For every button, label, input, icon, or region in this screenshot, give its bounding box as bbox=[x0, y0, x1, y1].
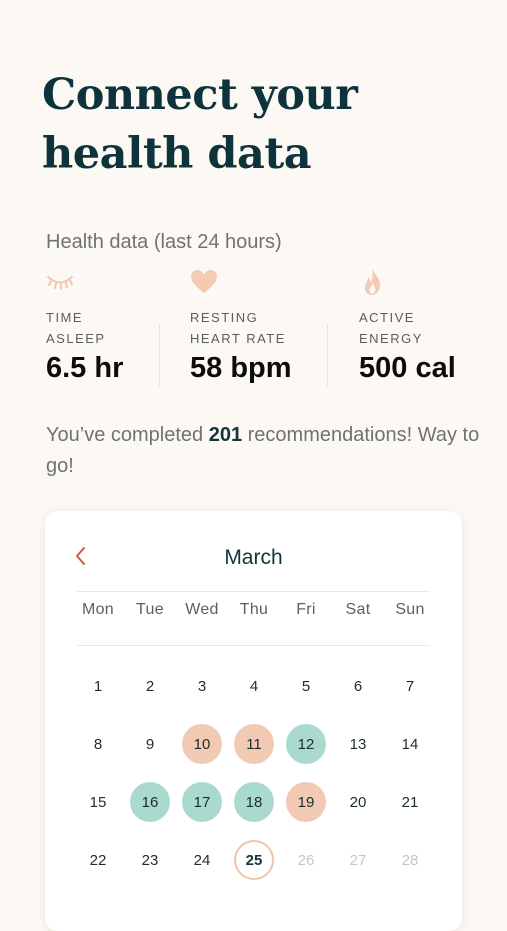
calendar-day[interactable]: 13 bbox=[332, 715, 384, 773]
metric-label: RESTING HEART RATE bbox=[190, 310, 286, 346]
calendar-day[interactable]: 17 bbox=[176, 773, 228, 831]
metric-divider bbox=[159, 324, 160, 386]
metric-resting-heart-rate: RESTING HEART RATE 58 bpm bbox=[190, 266, 330, 390]
weekday-label: Thu bbox=[239, 601, 269, 618]
calendar-day[interactable]: 27 bbox=[332, 831, 384, 889]
calendar-day[interactable]: 12 bbox=[280, 715, 332, 773]
calendar-day[interactable]: 11 bbox=[228, 715, 280, 773]
metric-label: TIME ASLEEP bbox=[46, 310, 106, 346]
calendar-day[interactable]: 24 bbox=[176, 831, 228, 889]
metric-divider bbox=[327, 324, 328, 386]
calendar-day[interactable]: 26 bbox=[280, 831, 332, 889]
health-metrics: TIME ASLEEP 6.5 hr RESTING HEART RATE 58… bbox=[46, 266, 476, 390]
divider bbox=[77, 645, 430, 646]
calendar-days-grid: 1 2 3 4 5 6 7 8 9 10 11 12 13 14 15 16 1… bbox=[72, 657, 436, 889]
calendar-day[interactable]: 16 bbox=[124, 773, 176, 831]
metric-label: ACTIVE ENERGY bbox=[359, 310, 423, 346]
weekday-label: Sat bbox=[345, 601, 371, 618]
weekday-label: Mon bbox=[81, 601, 115, 618]
flame-icon bbox=[359, 268, 387, 296]
calendar-week: 15 16 17 18 19 20 21 bbox=[72, 773, 436, 831]
calendar-day[interactable]: 15 bbox=[72, 773, 124, 831]
calendar-month-title: March bbox=[224, 546, 283, 569]
calendar-day[interactable]: 18 bbox=[228, 773, 280, 831]
calendar-day[interactable]: 1 bbox=[72, 657, 124, 715]
calendar-day[interactable]: 25 bbox=[228, 831, 280, 889]
recommendations-count: 201 bbox=[208, 424, 243, 446]
calendar-day[interactable]: 7 bbox=[384, 657, 436, 715]
metric-value: 6.5 hr bbox=[46, 352, 124, 384]
calendar-day[interactable]: 23 bbox=[124, 831, 176, 889]
calendar-week: 1 2 3 4 5 6 7 bbox=[72, 657, 436, 715]
page-title: Connect your health data bbox=[42, 70, 358, 179]
health-data-section-title: Health data (last 24 hours) bbox=[46, 231, 282, 253]
calendar-day[interactable]: 3 bbox=[176, 657, 228, 715]
metric-time-asleep: TIME ASLEEP 6.5 hr bbox=[46, 266, 156, 390]
heart-icon bbox=[190, 268, 218, 296]
metric-active-energy: ACTIVE ENERGY 500 cal bbox=[359, 266, 479, 390]
metric-value: 58 bpm bbox=[190, 352, 292, 384]
weekday-label: Tue bbox=[136, 601, 164, 618]
calendar-day[interactable]: 21 bbox=[384, 773, 436, 831]
weekday-header: Mon Tue Wed Thu Fri Sat Sun bbox=[72, 601, 436, 619]
calendar-day[interactable]: 8 bbox=[72, 715, 124, 773]
calendar-day[interactable]: 19 bbox=[280, 773, 332, 831]
sleep-eye-icon bbox=[46, 268, 74, 296]
calendar-day[interactable]: 20 bbox=[332, 773, 384, 831]
calendar-day[interactable]: 6 bbox=[332, 657, 384, 715]
calendar-day[interactable]: 14 bbox=[384, 715, 436, 773]
calendar-card: March Mon Tue Wed Thu Fri Sat Sun 1 2 3 … bbox=[45, 511, 462, 931]
calendar-day[interactable]: 9 bbox=[124, 715, 176, 773]
calendar-day[interactable]: 22 bbox=[72, 831, 124, 889]
metric-value: 500 cal bbox=[359, 352, 456, 384]
calendar-day[interactable]: 28 bbox=[384, 831, 436, 889]
calendar-day[interactable]: 4 bbox=[228, 657, 280, 715]
calendar-day[interactable]: 10 bbox=[176, 715, 228, 773]
weekday-label: Fri bbox=[296, 601, 316, 618]
calendar-day[interactable]: 5 bbox=[280, 657, 332, 715]
weekday-label: Wed bbox=[185, 601, 219, 618]
calendar-week: 8 9 10 11 12 13 14 bbox=[72, 715, 436, 773]
divider bbox=[77, 591, 430, 592]
weekday-label: Sun bbox=[395, 601, 425, 618]
calendar-day[interactable]: 2 bbox=[124, 657, 176, 715]
calendar-week: 22 23 24 25 26 27 28 bbox=[72, 831, 436, 889]
recommendations-message: You’ve completed 201 recommendations! Wa… bbox=[46, 424, 480, 477]
